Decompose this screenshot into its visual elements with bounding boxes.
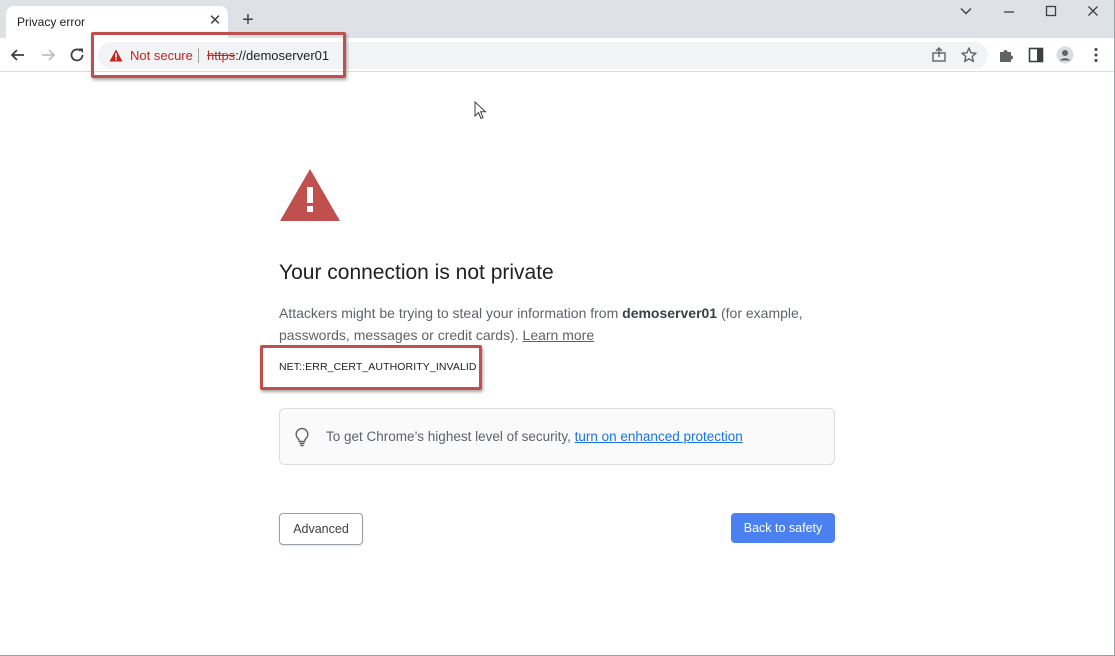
hostname-bold: demoserver01	[622, 305, 718, 321]
promo-prefix: To get Chrome’s highest level of securit…	[326, 429, 575, 444]
lightbulb-icon	[294, 427, 310, 452]
minimize-icon[interactable]	[996, 4, 1022, 22]
star-icon[interactable]	[960, 46, 978, 64]
maximize-icon[interactable]	[1038, 4, 1064, 22]
kebab-menu-icon[interactable]	[1087, 46, 1105, 64]
page-headline: Your connection is not private	[279, 261, 554, 284]
extensions-puzzle-icon[interactable]	[997, 46, 1015, 64]
learn-more-link[interactable]: Learn more	[523, 327, 595, 343]
warning-triangle-icon	[279, 168, 341, 227]
tab-close-icon[interactable]: ✕	[206, 12, 224, 30]
promo-text: To get Chrome’s highest level of securit…	[326, 429, 743, 444]
reload-icon[interactable]	[67, 45, 87, 65]
mouse-cursor-icon	[474, 100, 487, 125]
side-panel-icon[interactable]	[1027, 46, 1045, 64]
enhanced-protection-promo: To get Chrome’s highest level of securit…	[279, 408, 835, 465]
explanation-text: Attackers might be trying to steal your …	[279, 302, 824, 346]
explanation-prefix: Attackers might be trying to steal your …	[279, 305, 623, 321]
advanced-button[interactable]: Advanced	[279, 513, 363, 545]
share-icon[interactable]	[930, 46, 948, 64]
tab-title: Privacy error	[17, 15, 86, 29]
close-icon[interactable]	[1080, 4, 1106, 22]
forward-arrow-icon[interactable]	[38, 45, 58, 65]
new-tab-button[interactable]: +	[238, 10, 258, 30]
enhanced-protection-link[interactable]: turn on enhanced protection	[575, 429, 743, 444]
back-arrow-icon[interactable]	[8, 45, 28, 65]
profile-avatar-icon[interactable]	[1056, 46, 1074, 64]
browser-window: Privacy error ✕ + Not secure https://dem…	[0, 0, 1115, 656]
back-to-safety-button[interactable]: Back to safety	[731, 513, 835, 543]
error-code[interactable]: NET::ERR_CERT_AUTHORITY_INVALID	[279, 361, 477, 373]
chevron-down-icon[interactable]	[953, 4, 979, 22]
highlight-box-address-bar	[91, 32, 346, 78]
